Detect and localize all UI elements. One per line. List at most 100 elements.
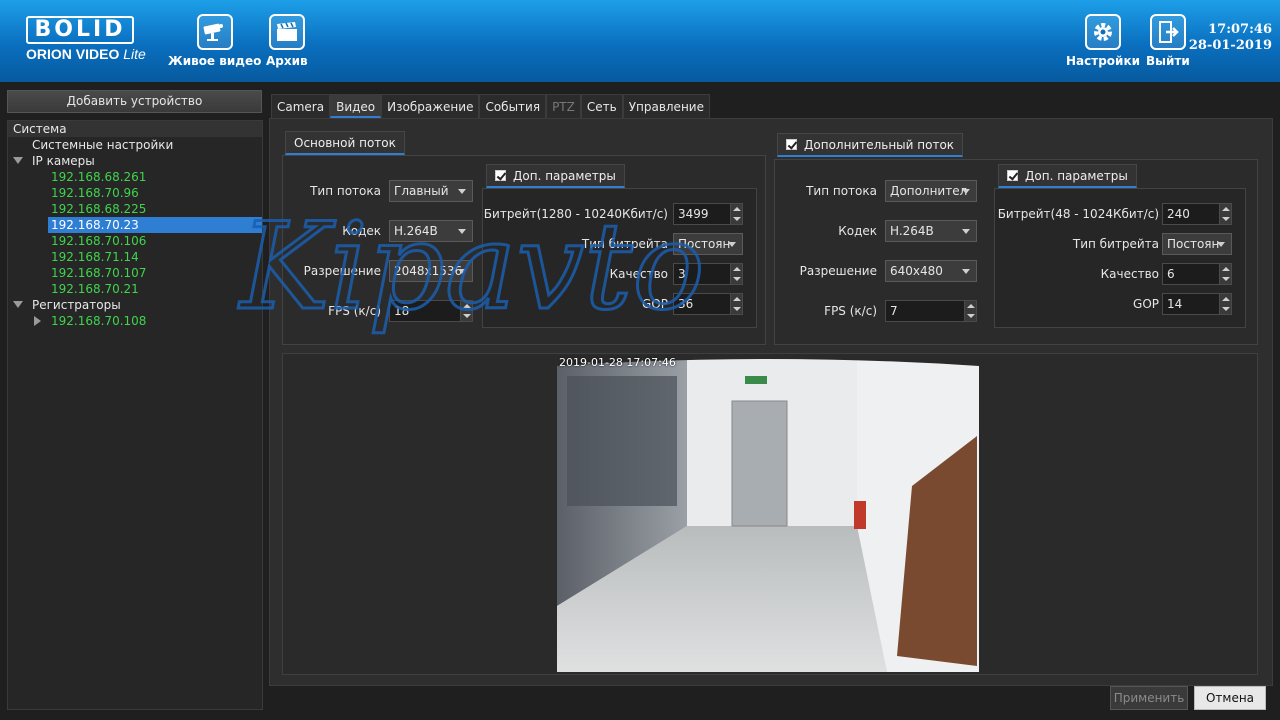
cancel-button[interactable]: Отмена — [1194, 686, 1266, 710]
main-codec-select[interactable]: H.264B — [389, 220, 473, 242]
sub-fps-label: FPS (к/с) — [824, 304, 877, 318]
tab-events[interactable]: События — [479, 94, 547, 118]
clock-time: 17:07:46 — [1208, 22, 1272, 37]
spin-arrows-icon[interactable] — [730, 294, 742, 314]
sub-fps-spinbox[interactable]: 7 — [885, 300, 977, 322]
expand-arrow-icon[interactable] — [13, 157, 23, 164]
sub-bitrate-value: 240 — [1167, 207, 1190, 221]
tab-video[interactable]: Видео — [330, 94, 382, 118]
sub-extra-title-label: Доп. параметры — [1025, 169, 1128, 183]
tab-camera[interactable]: Camera — [271, 94, 331, 118]
tab-network[interactable]: Сеть — [580, 94, 623, 118]
main-stream-title: Основной поток — [285, 131, 405, 155]
tab-image[interactable]: Изображение — [381, 94, 480, 118]
sub-gop-value: 14 — [1167, 297, 1183, 311]
main-resolution-label: Разрешение — [303, 264, 381, 278]
main-bitrate-spinbox[interactable]: 3499 — [673, 203, 743, 225]
main-gop-spinbox[interactable]: 36 — [673, 293, 743, 315]
main-quality-spinbox[interactable]: 3 — [673, 263, 743, 285]
sub-stream-checkbox[interactable] — [786, 139, 797, 150]
sub-gop-label: GOP — [1133, 297, 1159, 311]
main-panel: Camera Видео Изображение События PTZ Сет… — [269, 90, 1273, 710]
apply-button[interactable]: Применить — [1110, 686, 1188, 710]
exit-button[interactable]: Выйти — [1146, 14, 1190, 68]
live-video-label: Живое видео — [168, 54, 262, 68]
main-extra-title[interactable]: Доп. параметры — [486, 164, 625, 188]
clock-date: 28-01-2019 — [1188, 38, 1272, 53]
spin-arrows-icon[interactable] — [1219, 264, 1231, 284]
tree-root-system[interactable]: Система — [8, 121, 262, 137]
main-stream-type-select[interactable]: Главный — [389, 180, 473, 202]
device-tree[interactable]: Система Системные настройки IP камеры 19… — [7, 120, 263, 710]
tree-item-camera[interactable]: 192.168.70.96 — [8, 185, 262, 201]
add-device-button[interactable]: Добавить устройство — [7, 90, 262, 113]
main-extra-group: Битрейт(1280 - 10240Кбит/с) 3499 Тип бит… — [482, 188, 757, 328]
main-extra-title-label: Доп. параметры — [513, 169, 616, 183]
sub-codec-label: Кодек — [838, 224, 877, 238]
sub-extra-group: Битрейт(48 - 1024Кбит/с) 240 Тип битрейт… — [994, 188, 1246, 328]
archive-button[interactable]: Архив — [266, 14, 308, 68]
collapsed-arrow-icon[interactable] — [34, 316, 41, 326]
sub-extra-title[interactable]: Доп. параметры — [998, 164, 1137, 188]
tree-item-system-settings[interactable]: Системные настройки — [8, 137, 262, 153]
tree-item-camera-selected[interactable]: 192.168.70.23 — [8, 217, 262, 233]
sub-gop-spinbox[interactable]: 14 — [1162, 293, 1232, 315]
left-panel: Добавить устройство Система Системные на… — [7, 90, 263, 710]
main-bitrate-label: Битрейт(1280 - 10240Кбит/с) — [483, 207, 668, 221]
main-stream-group: Тип потока Главный Кодек H.264B Разрешен… — [282, 155, 766, 345]
tree-group-label: Регистраторы — [32, 298, 121, 312]
sub-stream-type-label: Тип потока — [806, 184, 877, 198]
settings-label: Настройки — [1066, 54, 1141, 68]
sub-codec-select[interactable]: H.264B — [885, 220, 977, 242]
settings-button[interactable]: Настройки — [1066, 14, 1140, 68]
exit-door-icon — [1149, 14, 1186, 50]
bolid-logo: BOLID — [26, 16, 134, 44]
selected-camera-label: 192.168.70.23 — [48, 217, 262, 233]
main-stream-type-label: Тип потока — [310, 184, 381, 198]
main-gop-value: 36 — [678, 297, 694, 311]
tree-item-camera[interactable]: 192.168.70.106 — [8, 233, 262, 249]
camera-video-frame[interactable]: 2019-01-28 17:07:46 — [557, 356, 979, 672]
cctv-camera-icon — [196, 14, 233, 50]
tree-group-recorders[interactable]: Регистраторы — [8, 297, 262, 313]
main-bitrate-type-label: Тип битрейта — [581, 237, 668, 251]
main-resolution-select[interactable]: 2048x1536 — [389, 260, 473, 282]
main-codec-label: Кодек — [342, 224, 381, 238]
spin-arrows-icon[interactable] — [1219, 204, 1231, 224]
tree-item-recorder[interactable]: 192.168.70.108 — [8, 313, 262, 329]
tree-item-camera[interactable]: 192.168.68.261 — [8, 169, 262, 185]
top-toolbar: BOLID ORION VIDEO Lite Живое видео Архив… — [0, 0, 1280, 82]
tree-item-camera[interactable]: 192.168.70.107 — [8, 265, 262, 281]
spin-arrows-icon[interactable] — [730, 264, 742, 284]
sub-bitrate-label: Битрейт(48 - 1024Кбит/с) — [997, 207, 1159, 221]
sub-bitrate-type-label: Тип битрейта — [1072, 237, 1159, 251]
spin-arrows-icon[interactable] — [460, 301, 472, 321]
settings-tabs: Camera Видео Изображение События PTZ Сет… — [271, 94, 710, 119]
tree-group-ip-cameras[interactable]: IP камеры — [8, 153, 262, 169]
camera-preview-panel: 2019-01-28 17:07:46 — [282, 353, 1258, 675]
tab-management[interactable]: Управление — [622, 94, 710, 118]
recorder-label: 192.168.70.108 — [51, 314, 147, 328]
tree-item-camera[interactable]: 192.168.71.14 — [8, 249, 262, 265]
main-bitrate-type-select[interactable]: Постоян — [673, 233, 743, 255]
main-fps-spinbox[interactable]: 18 — [389, 300, 473, 322]
spin-arrows-icon[interactable] — [1219, 294, 1231, 314]
live-video-button[interactable]: Живое видео — [168, 14, 261, 68]
sub-stream-type-select[interactable]: Дополнител — [885, 180, 977, 202]
expand-arrow-icon[interactable] — [13, 301, 23, 308]
sub-resolution-select[interactable]: 640x480 — [885, 260, 977, 282]
spin-arrows-icon[interactable] — [730, 204, 742, 224]
sub-quality-label: Качество — [1100, 267, 1159, 281]
tree-item-camera[interactable]: 192.168.68.225 — [8, 201, 262, 217]
sub-extra-checkbox[interactable] — [1007, 170, 1018, 181]
sub-bitrate-type-select[interactable]: Постоян — [1162, 233, 1232, 255]
tree-item-camera[interactable]: 192.168.70.21 — [8, 281, 262, 297]
main-fps-value: 18 — [394, 304, 410, 318]
sub-bitrate-spinbox[interactable]: 240 — [1162, 203, 1232, 225]
sub-quality-spinbox[interactable]: 6 — [1162, 263, 1232, 285]
sub-stream-title[interactable]: Дополнительный поток — [777, 133, 964, 157]
tab-ptz: PTZ — [546, 94, 581, 118]
clock: 17:07:46 28-01-2019 — [1189, 22, 1272, 54]
spin-arrows-icon[interactable] — [964, 301, 976, 321]
main-extra-checkbox[interactable] — [495, 170, 506, 181]
